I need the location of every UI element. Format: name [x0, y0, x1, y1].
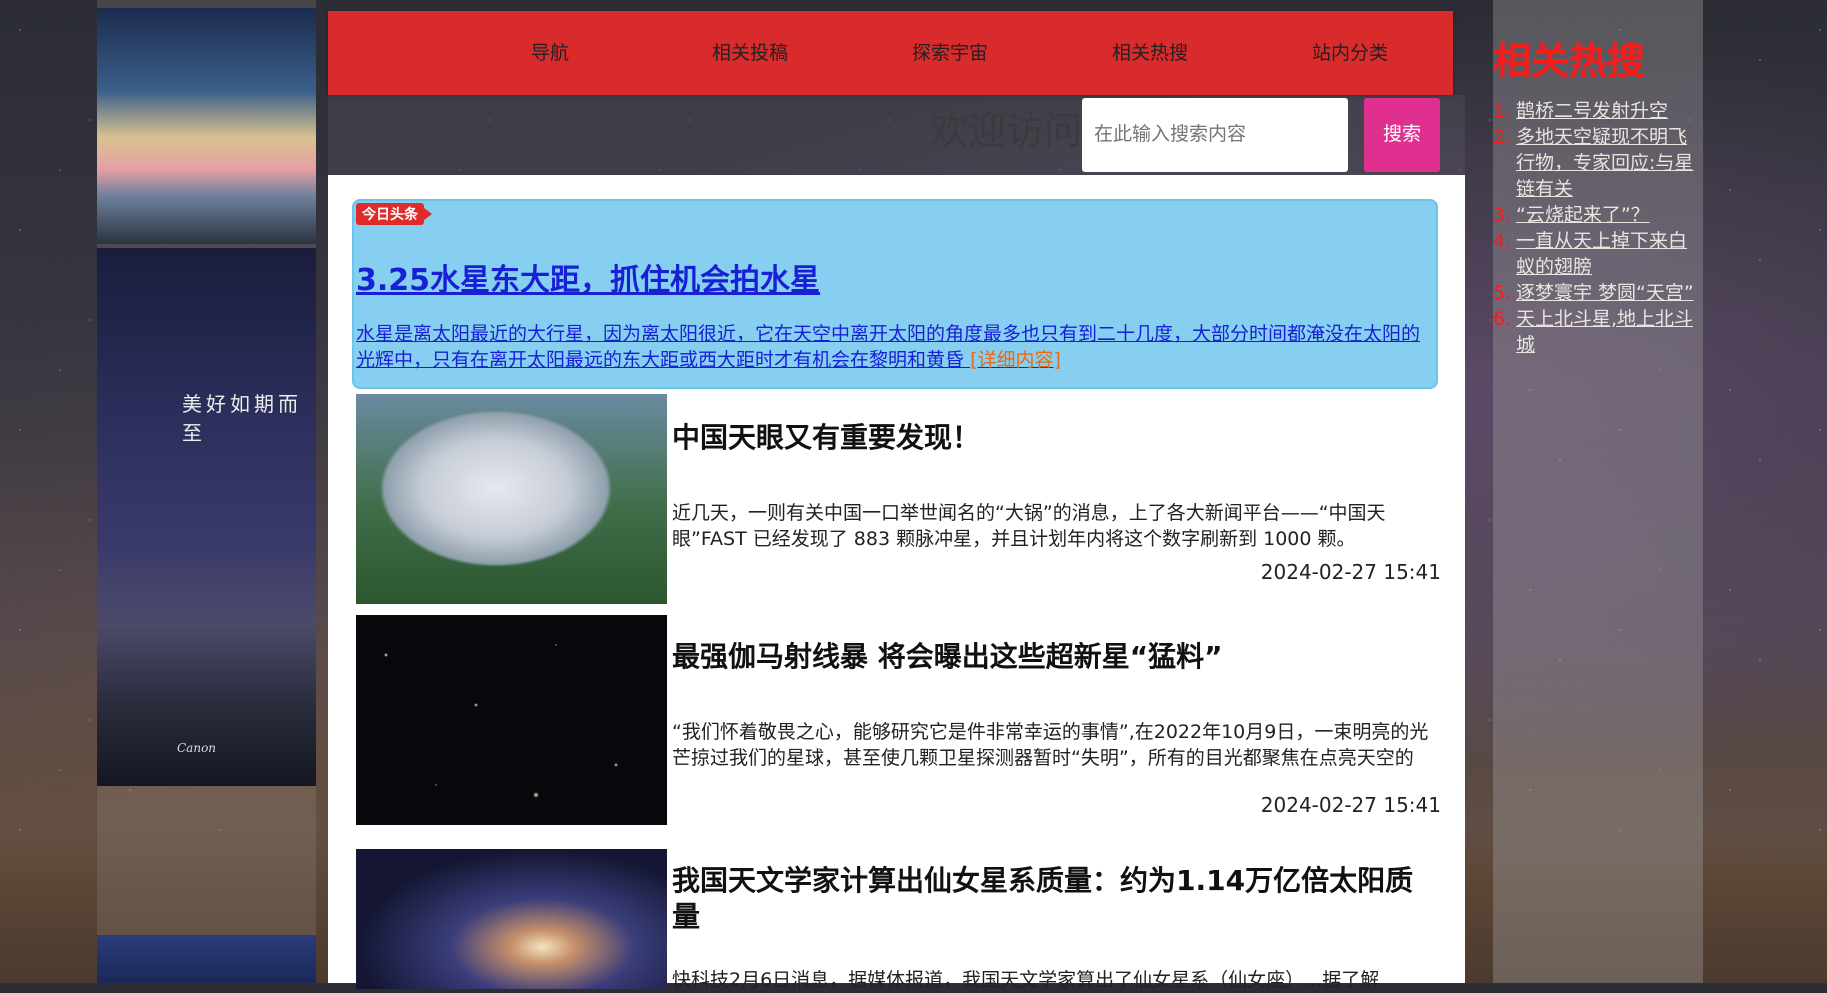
hot-search-rank: 5. [1493, 282, 1512, 304]
headline-card: 今日头条 3.25水星东大距，抓住机会拍水星 水星是离太阳最近的大行星，因为离太… [352, 199, 1438, 389]
article-item: 中国天眼又有重要发现！ 近几天，一则有关中国一口举世闻名的“大锅”的消息，上了各… [356, 394, 1441, 606]
article-item: 我国天文学家计算出仙女星系质量：约为1.14万亿倍太阳质量 快科技2月6日消息，… [356, 849, 1441, 991]
hot-search-item[interactable]: 5. 逐梦寰宇 梦圆“天宫” [1493, 280, 1703, 306]
article-title[interactable]: 我国天文学家计算出仙女星系质量：约为1.14万亿倍太阳质量 [672, 863, 1437, 935]
headline-body-text[interactable]: 水星是离太阳最近的大行星，因为离太阳很近，它在天空中离开太阳的角度最多也只有到二… [356, 323, 1420, 371]
headline-badge: 今日头条 [356, 203, 432, 225]
nav-item-hot-search[interactable]: 相关热搜 [1070, 11, 1230, 95]
left-image-night-poster[interactable]: 美好如期而至 Canon [97, 248, 316, 786]
hot-search-item[interactable]: 4. 一直从天上掉下来白蚁的翅膀 [1493, 228, 1703, 280]
hot-search-item[interactable]: 6. 天上北斗星,地上北斗城 [1493, 306, 1703, 358]
hot-search-rank: 4. [1493, 230, 1512, 252]
headline-title[interactable]: 3.25水星东大距，抓住机会拍水星 [356, 255, 820, 299]
nav-item-nav[interactable]: 导航 [470, 11, 630, 95]
search-button[interactable]: 搜索 [1364, 98, 1440, 172]
poster-brand: Canon [177, 741, 217, 755]
article-summary: “我们怀着敬畏之心，能够研究它是件非常幸运的事情”,在2022年10月9日，一束… [672, 721, 1429, 769]
hot-search-link[interactable]: 逐梦寰宇 梦圆“天宫” [1516, 282, 1694, 304]
article-summary: 快科技2月6日消息，据媒体报道，我国天文学家算出了仙女星系（仙女座）...据了解 [672, 969, 1380, 991]
article-image-fast-telescope[interactable] [356, 394, 667, 604]
main-content: 今日头条 3.25水星东大距，抓住机会拍水星 水星是离太阳最近的大行星，因为离太… [328, 175, 1465, 991]
hot-search-rank: 3. [1493, 204, 1512, 226]
article-item: 最强伽马射线暴 将会曝出这些超新星“猛料” “我们怀着敬畏之心，能够研究它是件非… [356, 615, 1441, 827]
hot-search-item[interactable]: 1. 鹊桥二号发射升空 [1493, 98, 1703, 124]
nav-item-explore-universe[interactable]: 探索宇宙 [870, 11, 1030, 95]
article-title[interactable]: 中国天眼又有重要发现！ [672, 420, 1437, 456]
top-nav: 导航 相关投稿 探索宇宙 相关热搜 站内分类 [328, 11, 1453, 95]
hot-search-link[interactable]: 一直从天上掉下来白蚁的翅膀 [1516, 230, 1687, 278]
hot-search-link[interactable]: “云烧起来了”？ [1516, 204, 1650, 226]
headline-body[interactable]: 水星是离太阳最近的大行星，因为离太阳很近，它在天空中离开太阳的角度最多也只有到二… [356, 321, 1434, 373]
hot-search-item[interactable]: 2. 多地天空疑现不明飞行物，专家回应:与星链有关 [1493, 124, 1703, 202]
hot-search-rank: 6. [1493, 308, 1512, 330]
hot-search-rank: 2. [1493, 126, 1512, 148]
hot-search-list: 1. 鹊桥二号发射升空 2. 多地天空疑现不明飞行物，专家回应:与星链有关 3. “云… [1493, 98, 1703, 358]
article-title[interactable]: 最强伽马射线暴 将会曝出这些超新星“猛料” [672, 639, 1437, 675]
nav-item-submissions[interactable]: 相关投稿 [670, 11, 830, 95]
poster-text: 美好如期而至 [182, 392, 302, 445]
hot-search-rank: 1. [1493, 100, 1512, 122]
nav-item-categories[interactable]: 站内分类 [1270, 11, 1430, 95]
article-summary: 近几天，一则有关中国一口举世闻名的“大锅”的消息，上了各大新闻平台——“中国天眼… [672, 502, 1386, 550]
hot-search-link[interactable]: 天上北斗星,地上北斗城 [1516, 308, 1693, 356]
article-image-starfield[interactable] [356, 615, 667, 825]
left-image-blue[interactable] [97, 935, 316, 983]
hot-search-link[interactable]: 多地天空疑现不明飞行物，专家回应:与星链有关 [1516, 126, 1693, 200]
article-date: 2024-02-27 15:41 [1260, 560, 1441, 584]
search-input[interactable] [1082, 98, 1348, 172]
headline-more-link[interactable]: [详细内容] [970, 349, 1061, 371]
article-image-andromeda-galaxy[interactable] [356, 849, 667, 989]
welcome-text: 欢迎访问 [930, 109, 1083, 153]
left-image-column: 美好如期而至 Canon [97, 0, 316, 983]
hot-search-title: 相关热搜 [1493, 39, 1646, 83]
article-date: 2024-02-27 15:41 [1260, 793, 1441, 817]
hot-search-link[interactable]: 鹊桥二号发射升空 [1516, 100, 1668, 122]
hot-search-sidebar: 相关热搜 1. 鹊桥二号发射升空 2. 多地天空疑现不明飞行物，专家回应:与星链有关… [1493, 0, 1703, 983]
hot-search-item[interactable]: 3. “云烧起来了”？ [1493, 202, 1703, 228]
left-image-sky-clouds[interactable] [97, 8, 316, 244]
